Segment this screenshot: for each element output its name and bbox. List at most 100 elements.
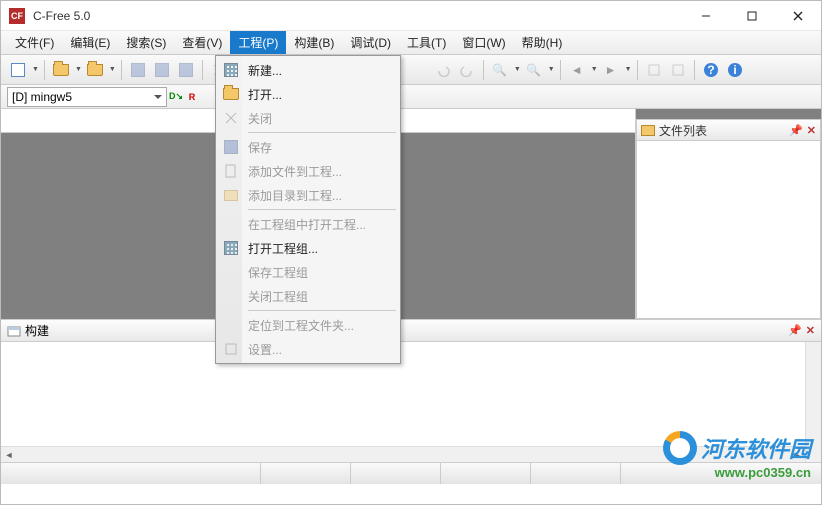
open-recent-button[interactable]	[84, 59, 106, 81]
add-file-icon	[222, 162, 240, 180]
separator	[202, 60, 203, 80]
vertical-scrollbar[interactable]	[805, 342, 821, 462]
menu-close-group[interactable]: 关闭工程组	[218, 284, 398, 308]
menu-build[interactable]: 构建(B)	[286, 31, 342, 54]
help-button[interactable]: ?	[700, 59, 722, 81]
tool-a-button[interactable]	[643, 59, 665, 81]
titlebar: CF C-Free 5.0	[1, 1, 821, 31]
separator	[560, 60, 561, 80]
svg-text:i: i	[733, 63, 736, 77]
build-panel-title: 构建	[25, 322, 784, 339]
pin-icon[interactable]: 📌	[788, 324, 802, 337]
scroll-left-button[interactable]: ◄	[1, 447, 17, 463]
back-button[interactable]: ◄	[566, 59, 588, 81]
file-list-title: 文件列表	[659, 122, 785, 139]
menu-locate-folder[interactable]: 定位到工程文件夹...	[218, 313, 398, 337]
compiler-selected-label: [D] mingw5	[12, 90, 72, 104]
build-panel-header: 构建 📌 ✕	[1, 320, 821, 342]
status-cell	[351, 463, 441, 484]
menu-separator	[248, 310, 396, 311]
saveall-button[interactable]	[151, 59, 173, 81]
project-menu-dropdown: 新建... 打开... 关闭 保存 添加文件到工程... 添加目录到工程... …	[215, 55, 401, 364]
panel-close-button[interactable]: ✕	[807, 124, 816, 137]
save-icon	[222, 138, 240, 156]
new-file-button[interactable]	[7, 59, 29, 81]
menu-add-dir[interactable]: 添加目录到工程...	[218, 183, 398, 207]
menu-debug[interactable]: 调试(D)	[342, 31, 399, 54]
scroll-right-button[interactable]: ►	[789, 447, 805, 463]
save-button[interactable]	[127, 59, 149, 81]
dropdown-arrow-icon[interactable]: ▼	[591, 66, 598, 73]
build-output[interactable]: ◄ ►	[1, 342, 821, 462]
menu-open-project[interactable]: 打开...	[218, 82, 398, 106]
folder-icon	[641, 125, 655, 136]
svg-text:?: ?	[707, 63, 714, 77]
menu-separator	[248, 209, 396, 210]
toolbar-compiler: [D] mingw5 D↘ R	[1, 85, 821, 109]
menubar: 文件(F) 编辑(E) 搜索(S) 查看(V) 工程(P) 构建(B) 调试(D…	[1, 31, 821, 55]
undo-button[interactable]	[432, 59, 454, 81]
panel-gap	[636, 109, 821, 119]
open-icon	[222, 85, 240, 103]
menu-separator	[248, 132, 396, 133]
panel-close-button[interactable]: ✕	[806, 324, 815, 337]
menu-new-project[interactable]: 新建...	[218, 58, 398, 82]
dropdown-arrow-icon[interactable]: ▼	[514, 66, 521, 73]
menu-tools[interactable]: 工具(T)	[399, 31, 454, 54]
statusbar	[1, 462, 821, 484]
build-panel: 构建 📌 ✕ ◄ ►	[1, 319, 821, 462]
open-file-button[interactable]	[50, 59, 72, 81]
menu-edit[interactable]: 编辑(E)	[62, 31, 118, 54]
separator	[483, 60, 484, 80]
file-list-header: 文件列表 📌 ✕	[636, 119, 821, 141]
menu-save-project[interactable]: 保存	[218, 135, 398, 159]
dropdown-arrow-icon[interactable]: ▼	[32, 66, 39, 73]
close-button[interactable]	[775, 1, 821, 31]
status-cell	[261, 463, 351, 484]
app-icon: CF	[9, 8, 25, 24]
menu-view[interactable]: 查看(V)	[174, 31, 230, 54]
menu-close-project[interactable]: 关闭	[218, 106, 398, 130]
horizontal-scrollbar[interactable]: ◄ ►	[1, 446, 805, 462]
separator	[637, 60, 638, 80]
dropdown-arrow-icon[interactable]: ▼	[548, 66, 555, 73]
separator	[44, 60, 45, 80]
menu-help[interactable]: 帮助(H)	[514, 31, 571, 54]
tool-b-button[interactable]	[667, 59, 689, 81]
menu-file[interactable]: 文件(F)	[7, 31, 62, 54]
window-title: C-Free 5.0	[33, 9, 683, 23]
settings-icon	[222, 340, 240, 358]
forward-button[interactable]: ►	[600, 59, 622, 81]
find-button[interactable]: 🔍	[489, 59, 511, 81]
minimize-button[interactable]	[683, 1, 729, 31]
redo-button[interactable]	[456, 59, 478, 81]
compiler-select[interactable]: [D] mingw5	[7, 87, 167, 107]
dropdown-arrow-icon[interactable]: ▼	[75, 66, 82, 73]
add-folder-icon	[222, 186, 240, 204]
file-list-body[interactable]	[636, 141, 821, 319]
menu-open-in-group[interactable]: 在工程组中打开工程...	[218, 212, 398, 236]
grid-icon	[222, 239, 240, 257]
saveas-button[interactable]	[175, 59, 197, 81]
menu-project[interactable]: 工程(P)	[230, 31, 286, 54]
dropdown-arrow-icon[interactable]: ▼	[109, 66, 116, 73]
menu-open-group[interactable]: 打开工程组...	[218, 236, 398, 260]
build-icon	[7, 324, 21, 338]
menu-settings[interactable]: 设置...	[218, 337, 398, 361]
grid-icon	[222, 61, 240, 79]
menu-window[interactable]: 窗口(W)	[454, 31, 513, 54]
maximize-button[interactable]	[729, 1, 775, 31]
dropdown-arrow-icon[interactable]: ▼	[625, 66, 632, 73]
close-icon	[222, 109, 240, 127]
toolbar-main: ▼ ▼ ▼ 🔍▼ 🔍▼ ◄▼ ►▼ ? i	[1, 55, 821, 85]
debug-mode-button[interactable]: D↘	[169, 88, 183, 106]
menu-add-file[interactable]: 添加文件到工程...	[218, 159, 398, 183]
separator	[121, 60, 122, 80]
findnext-button[interactable]: 🔍	[523, 59, 545, 81]
info-button[interactable]: i	[724, 59, 746, 81]
release-mode-button[interactable]: R	[185, 88, 199, 106]
menu-search[interactable]: 搜索(S)	[118, 31, 174, 54]
menu-save-group[interactable]: 保存工程组	[218, 260, 398, 284]
file-list-panel: 文件列表 📌 ✕	[635, 109, 821, 319]
pin-icon[interactable]: 📌	[789, 124, 803, 137]
